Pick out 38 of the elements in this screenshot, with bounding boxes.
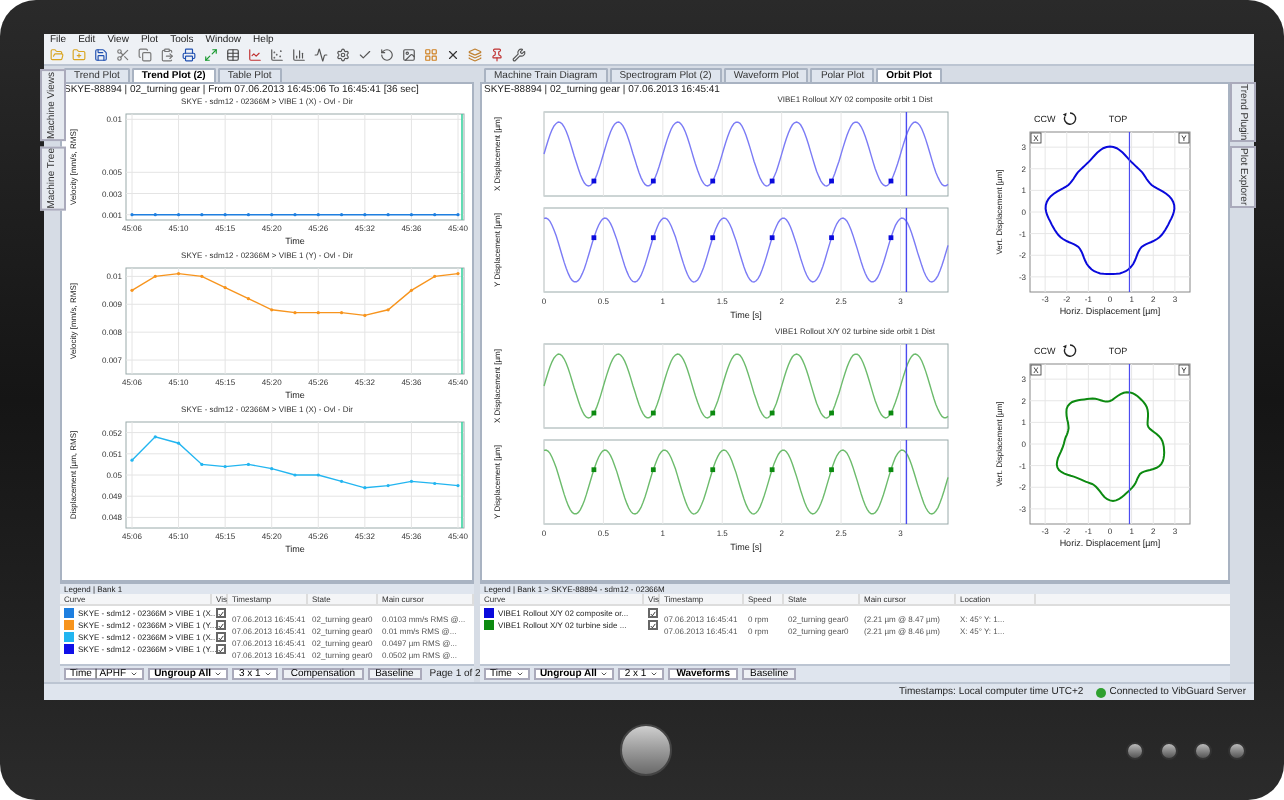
cursor-line (905, 111, 908, 197)
cursor-line (461, 421, 463, 529)
cursor-line (905, 207, 908, 293)
cursor-line (461, 113, 463, 221)
rotate-icon[interactable] (380, 48, 394, 62)
visibility-checkbox[interactable] (215, 632, 225, 642)
bar-chart-icon[interactable] (292, 48, 306, 62)
scatter-chart-icon[interactable] (270, 48, 284, 62)
settings-icon[interactable] (336, 48, 350, 62)
visibility-checkbox[interactable] (647, 620, 657, 630)
rotation-icon (1062, 112, 1077, 125)
visibility-checkbox[interactable] (215, 620, 225, 630)
cut-icon[interactable] (116, 48, 130, 62)
visibility-checkbox[interactable] (215, 644, 225, 654)
connection-icon (1095, 687, 1106, 697)
close-icon[interactable] (446, 48, 460, 62)
visibility-checkbox[interactable] (215, 608, 225, 618)
table-icon[interactable] (226, 48, 240, 62)
wrench-icon[interactable] (512, 48, 526, 62)
image-icon[interactable] (402, 48, 416, 62)
cursor-line (905, 439, 908, 525)
layers-icon[interactable] (468, 48, 482, 62)
orbit-line (1044, 145, 1176, 275)
copy-icon[interactable] (138, 48, 152, 62)
cursor-line (905, 343, 908, 429)
pin-icon[interactable] (490, 48, 504, 62)
visibility-checkbox[interactable] (647, 608, 657, 618)
paste-icon[interactable] (160, 48, 174, 62)
power-button[interactable] (619, 724, 671, 776)
cursor-line (461, 267, 463, 375)
save-icon[interactable] (94, 48, 108, 62)
expand-icon[interactable] (204, 48, 218, 62)
check-icon[interactable] (358, 48, 372, 62)
waveform-icon[interactable] (314, 48, 328, 62)
line-chart-icon[interactable] (248, 48, 262, 62)
print-icon[interactable] (182, 48, 196, 62)
rotation-icon (1062, 344, 1077, 357)
orbit-line (1055, 391, 1166, 502)
